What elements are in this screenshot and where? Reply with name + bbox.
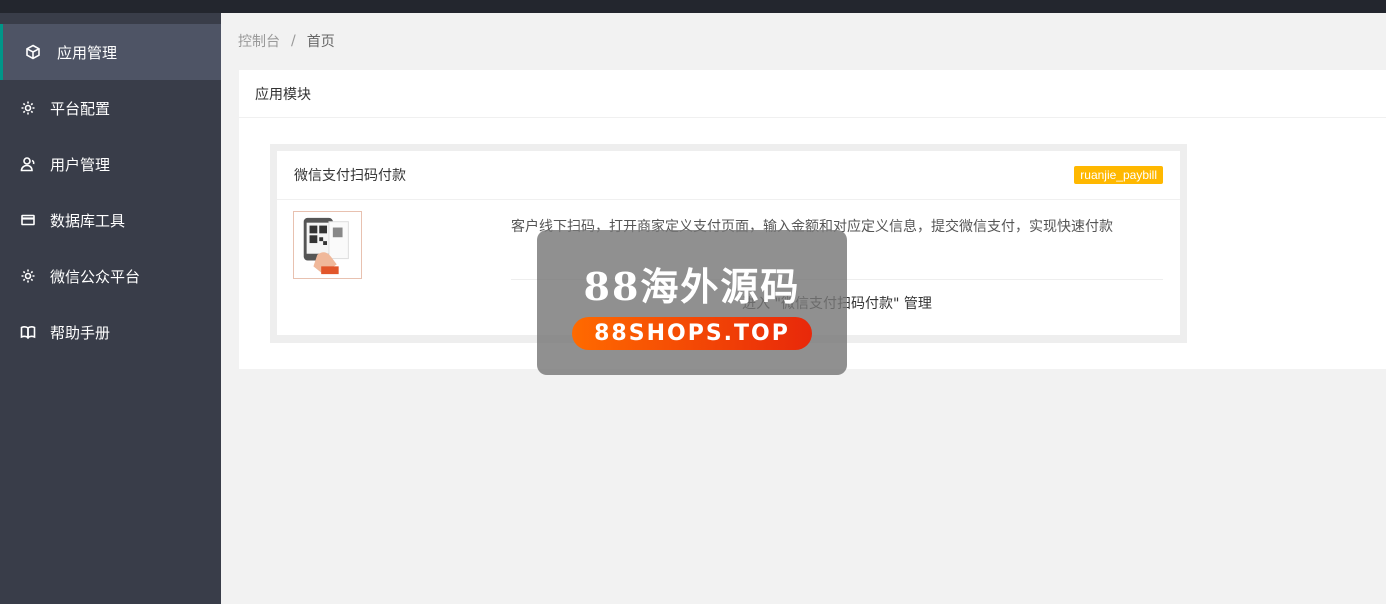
sidebar-item-label: 用户管理: [50, 155, 111, 174]
breadcrumb: 控制台 / 首页: [238, 31, 335, 51]
window-icon: [19, 211, 37, 229]
sidebar-item-label: 应用管理: [57, 43, 118, 62]
sidebar-item-label: 数据库工具: [50, 211, 126, 230]
gear-icon: [19, 267, 37, 285]
gear-icon: [19, 99, 37, 117]
sidebar-item-user-management[interactable]: 用户管理: [0, 136, 221, 192]
sidebar-item-wechat-platform[interactable]: 微信公众平台: [0, 248, 221, 304]
panel-title: 应用模块: [239, 70, 1386, 118]
module-card-header: 微信支付扫码付款 ruanjie_paybill: [277, 151, 1180, 200]
sidebar-item-database-tools[interactable]: 数据库工具: [0, 192, 221, 248]
watermark-url: 88SHOPS.TOP: [572, 317, 812, 350]
sidebar: 应用管理 平台配置 用户管理 数据库工具 微信公众平台 帮助手册: [0, 13, 221, 604]
sidebar-item-platform-config[interactable]: 平台配置: [0, 80, 221, 136]
watermark-overlay: 88海外源码 88SHOPS.TOP: [537, 230, 847, 375]
module-id-badge: ruanjie_paybill: [1074, 166, 1163, 184]
sidebar-item-label: 微信公众平台: [50, 267, 141, 286]
sidebar-item-help-manual[interactable]: 帮助手册: [0, 304, 221, 360]
breadcrumb-separator: /: [291, 33, 296, 49]
book-icon: [19, 323, 37, 341]
sidebar-item-label: 帮助手册: [50, 323, 111, 342]
top-header-bar: [0, 0, 1386, 13]
module-title: 微信支付扫码付款: [294, 168, 406, 184]
breadcrumb-current: 首页: [306, 34, 335, 50]
user-icon: [19, 155, 37, 173]
sidebar-item-app-management[interactable]: 应用管理: [0, 24, 221, 80]
sidebar-item-label: 平台配置: [50, 99, 111, 118]
module-thumbnail: [293, 211, 362, 279]
cube-icon: [24, 43, 42, 61]
breadcrumb-root[interactable]: 控制台: [238, 31, 280, 51]
watermark-title: 88海外源码: [583, 264, 801, 309]
